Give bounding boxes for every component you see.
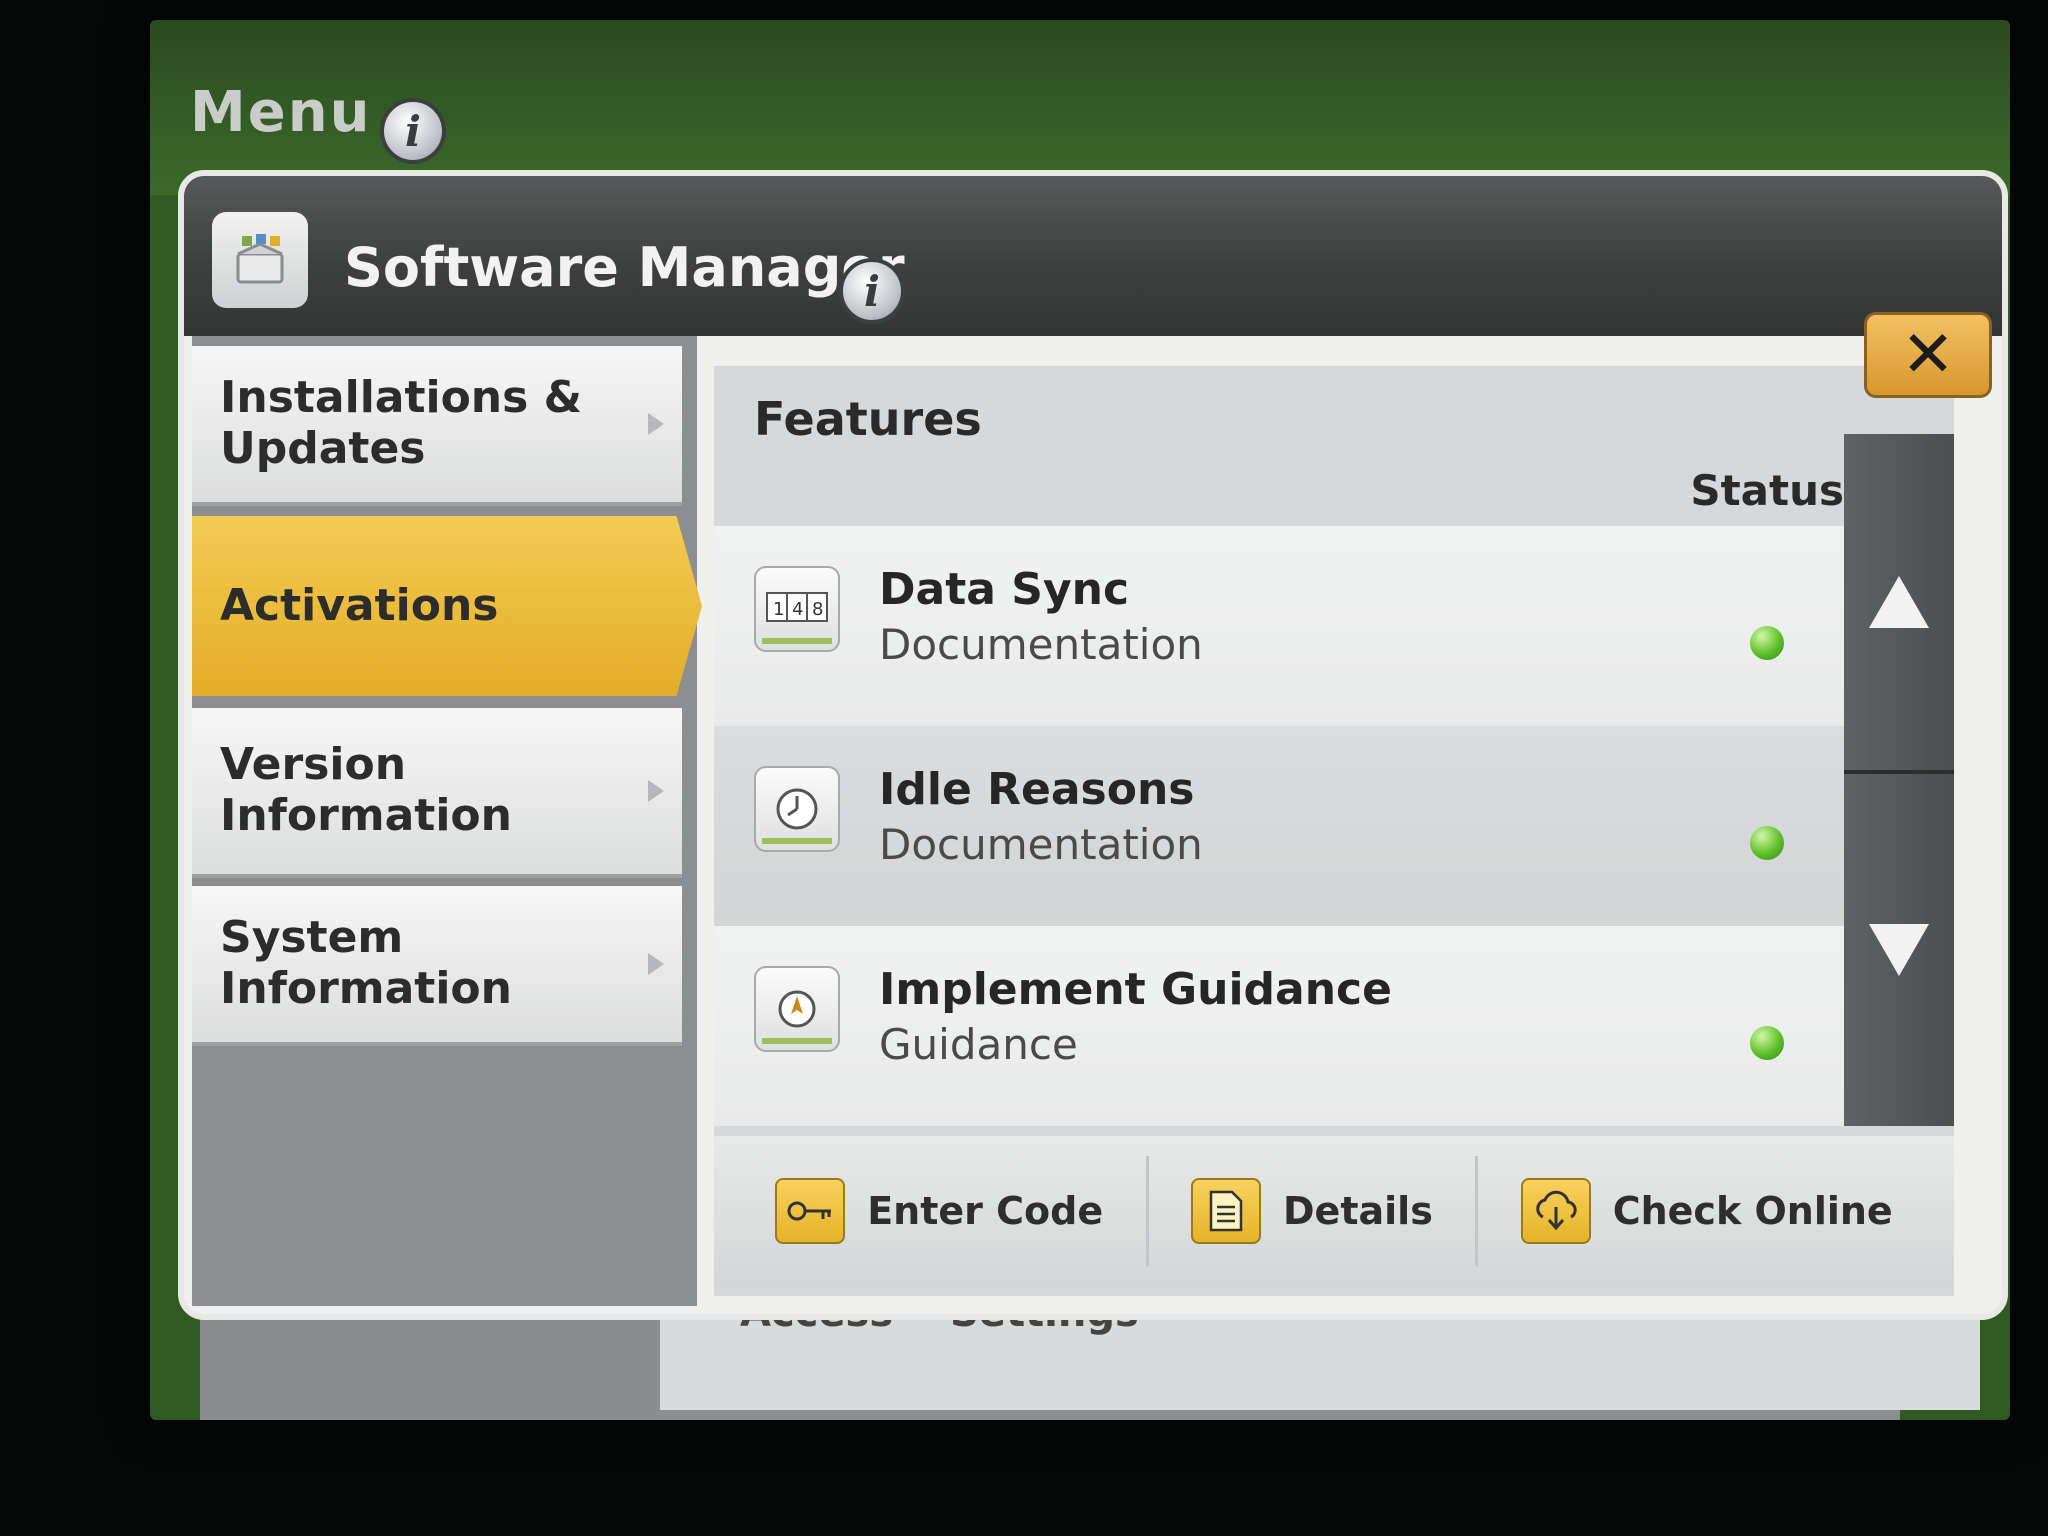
- feature-category: Documentation: [879, 620, 1203, 669]
- menu-info-icon[interactable]: i: [380, 98, 446, 164]
- sidebar-item-installations-updates[interactable]: Installations & Updates: [192, 346, 682, 506]
- sidebar-item-label: System: [220, 912, 404, 964]
- chevron-right-icon: [648, 413, 664, 435]
- svg-text:8: 8: [812, 599, 823, 620]
- feature-category: Guidance: [879, 1020, 1078, 1069]
- svg-text:1: 1: [773, 599, 784, 620]
- sidebar-item-label: Information: [220, 963, 512, 1014]
- enter-code-label: Enter Code: [867, 1189, 1104, 1233]
- status-active-indicator: [1750, 826, 1784, 860]
- divider: [1145, 1156, 1149, 1266]
- dialog-info-icon[interactable]: i: [839, 258, 905, 324]
- scroll-down-button[interactable]: [1844, 780, 1954, 1120]
- scrollbar[interactable]: [1844, 434, 1954, 1126]
- enter-code-button[interactable]: Enter Code: [775, 1178, 1103, 1244]
- features-header: Features: [754, 392, 982, 446]
- menu-title: Menu: [190, 80, 372, 145]
- list-item[interactable]: Implement Guidance Guidance: [714, 926, 1844, 1126]
- divider: [1475, 1156, 1479, 1266]
- details-label: Details: [1283, 1189, 1433, 1233]
- scroll-up-button[interactable]: [1844, 434, 1954, 774]
- key-icon: [775, 1178, 846, 1244]
- sidebar-item-version-information[interactable]: Version Information: [192, 708, 682, 878]
- status-header: Status: [1690, 466, 1844, 515]
- feature-name: Data Sync: [879, 564, 1130, 615]
- document-icon: [1191, 1178, 1262, 1244]
- sidebar-item-label: Installations &: [220, 372, 583, 424]
- feature-name: Idle Reasons: [879, 764, 1195, 815]
- features-panel: Features Status 1 4 8 Data Sync Document…: [714, 366, 1954, 1296]
- sidebar-item-activations[interactable]: Activations: [192, 516, 702, 696]
- sidebar: Installations & Updates Activations Vers…: [192, 336, 702, 1306]
- status-active-indicator: [1750, 1026, 1784, 1060]
- status-active-indicator: [1750, 626, 1784, 660]
- sidebar-item-label: Version: [220, 739, 407, 791]
- feature-name: Implement Guidance: [879, 964, 1392, 1015]
- sidebar-item-label: Updates: [220, 423, 426, 474]
- chevron-right-icon: [648, 953, 664, 975]
- check-online-button[interactable]: Check Online: [1520, 1178, 1893, 1244]
- software-manager-icon: [212, 212, 308, 308]
- clock-icon: [754, 766, 840, 852]
- chevron-right-icon: [648, 780, 664, 802]
- display-screen: Menu i Access Settings ✕ Software Manage…: [150, 20, 2010, 1420]
- dialog-title: Software Manager: [344, 236, 905, 299]
- menu-bar: Menu i: [150, 20, 2010, 195]
- features-list: 1 4 8 Data Sync Documentation Idle Reaso…: [714, 526, 1844, 1126]
- list-item[interactable]: 1 4 8 Data Sync Documentation: [714, 526, 1844, 726]
- close-dialog-button[interactable]: ✕: [1864, 312, 1992, 398]
- action-bar: Enter Code Details Check Online: [714, 1136, 1954, 1286]
- triangle-up-icon: [1869, 576, 1929, 628]
- counter-icon: 1 4 8: [754, 566, 840, 652]
- sidebar-item-label: Information: [220, 790, 512, 841]
- list-item[interactable]: Idle Reasons Documentation: [714, 726, 1844, 926]
- sidebar-item-system-information[interactable]: System Information: [192, 886, 682, 1046]
- svg-text:4: 4: [792, 599, 803, 620]
- dialog-header: Software Manager i: [184, 176, 2002, 336]
- compass-icon: [754, 966, 840, 1052]
- feature-category: Documentation: [879, 820, 1203, 869]
- check-online-label: Check Online: [1612, 1189, 1893, 1233]
- software-manager-dialog: Software Manager i Installations & Updat…: [178, 170, 2008, 1320]
- sidebar-item-label: Activations: [220, 579, 499, 631]
- triangle-down-icon: [1869, 924, 1929, 976]
- details-button[interactable]: Details: [1191, 1178, 1433, 1244]
- cloud-download-icon: [1520, 1178, 1591, 1244]
